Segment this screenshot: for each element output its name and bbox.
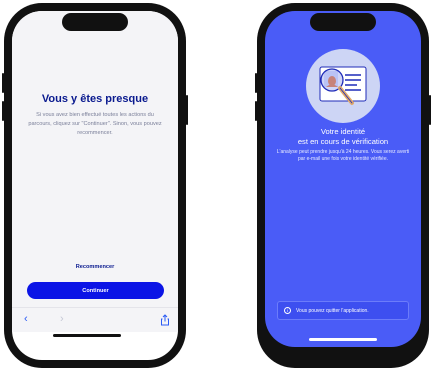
quit-notice-text: Vous pouvez quitter l'application. <box>296 307 369 314</box>
chevron-left-icon[interactable]: ‹ <box>24 313 28 325</box>
continue-button[interactable]: Continuer <box>27 282 164 299</box>
volume-button <box>2 73 4 93</box>
volume-button <box>255 73 257 93</box>
home-indicator <box>309 338 377 341</box>
page-title: Vous y êtes presque <box>41 93 149 105</box>
share-icon[interactable] <box>159 314 171 326</box>
restart-link[interactable]: Recommencer <box>12 264 178 270</box>
web-content: Vous y êtes presque Si vous avez bien ef… <box>12 11 178 307</box>
status-title-line2: est en cours de vérification <box>297 137 389 146</box>
power-button <box>186 95 188 125</box>
volume-button <box>255 101 257 121</box>
chevron-right-icon[interactable]: › <box>60 313 64 325</box>
volume-button <box>2 101 4 121</box>
phone-left: Vous y êtes presque Si vous avez bien ef… <box>2 3 188 368</box>
dynamic-island <box>310 13 376 31</box>
browser-toolbar: ‹ › <box>12 307 178 332</box>
status-title: Votre identité est en cours de vérificat… <box>265 127 421 147</box>
phone-right: Votre identité est en cours de vérificat… <box>255 3 431 368</box>
quit-notice: i Vous pouvez quitter l'application. <box>277 301 409 320</box>
power-button <box>429 95 431 125</box>
screen: Votre identité est en cours de vérificat… <box>265 11 421 347</box>
status-description: L'analyse peut prendre jusqu'à 24 heures… <box>276 149 410 162</box>
screen: Vous y êtes presque Si vous avez bien ef… <box>12 11 178 360</box>
verification-illustration <box>306 49 380 123</box>
home-indicator <box>53 334 121 337</box>
dynamic-island <box>62 13 128 31</box>
instructions-text: Si vous avez bien effectué toutes les ac… <box>28 112 162 136</box>
status-title-line1: Votre identité <box>320 127 366 136</box>
info-icon: i <box>284 307 291 314</box>
magnifier-id-card-icon <box>319 66 367 105</box>
